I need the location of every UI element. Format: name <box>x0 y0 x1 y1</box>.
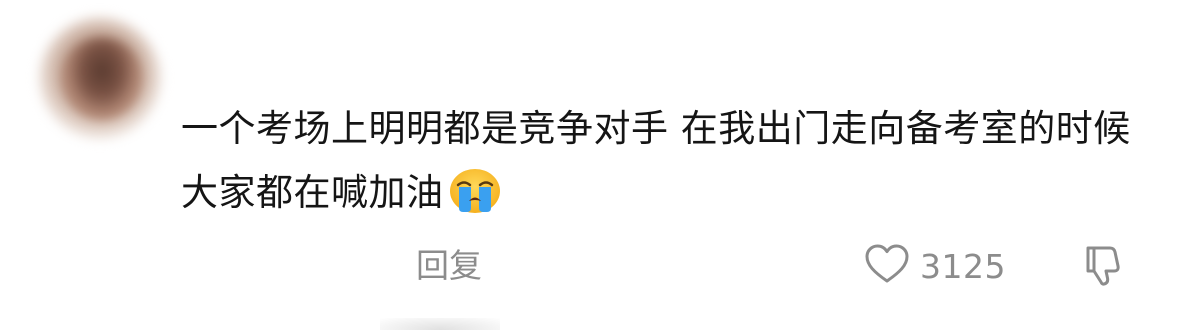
avatar-photo <box>62 38 142 120</box>
dislike-button[interactable] <box>1080 242 1126 292</box>
next-comment-hint <box>380 318 500 330</box>
comment-text: 一个考场上明明都是竞争对手 在我出门走向备考室的时候大家都在喊加油 <box>181 97 1141 234</box>
like-button[interactable]: 3125 <box>864 242 1006 290</box>
thumbs-down-icon <box>1080 246 1126 292</box>
crying-face-icon <box>448 168 502 234</box>
comment-body: 一个考场上明明都是竞争对手 在我出门走向备考室的时候大家都在喊加油 <box>181 107 1131 214</box>
reply-button[interactable]: 回复 <box>416 244 482 288</box>
heart-icon <box>864 243 910 289</box>
like-count: 3125 <box>920 246 1006 286</box>
